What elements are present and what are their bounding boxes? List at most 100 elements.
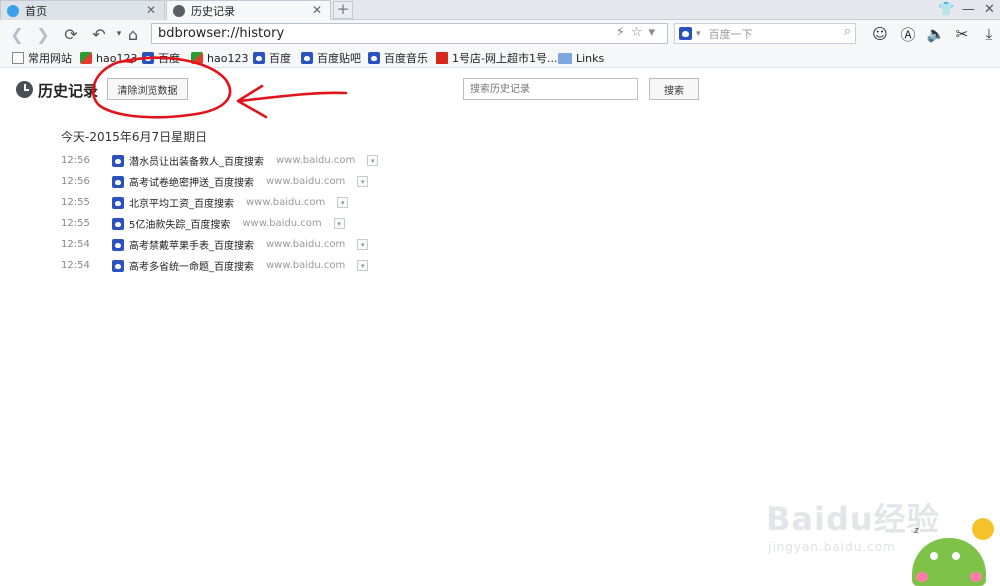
bookmark-bar: 常用网站 hao123 百度 hao123 百度 百度贴吧 百度音乐 1号店-网… bbox=[0, 48, 1000, 68]
entry-menu-button[interactable]: ▾ bbox=[357, 176, 369, 187]
bookmark-item[interactable]: 百度 bbox=[142, 49, 180, 67]
history-entry[interactable]: 12:54 高考禁戴苹果手表_百度搜索 www.baidu.com ▾ bbox=[61, 234, 378, 255]
web-search-input[interactable]: ▾ 百度一下 ⌕ bbox=[674, 23, 856, 44]
tab-history[interactable]: 历史记录 ✕ bbox=[166, 0, 331, 20]
baidu-paw-icon bbox=[368, 52, 380, 64]
close-icon[interactable]: ✕ bbox=[312, 3, 322, 17]
forward-icon[interactable]: ❯ bbox=[33, 24, 53, 44]
bookmark-label: 1号店-网上超市1号... bbox=[452, 52, 558, 65]
tab-label: 历史记录 bbox=[191, 4, 235, 18]
bookmark-label: hao123 bbox=[207, 51, 249, 65]
bookmark-label: 百度 bbox=[269, 52, 291, 65]
address-actions-icons[interactable]: ⚡☆▾ bbox=[616, 25, 661, 40]
baidu-paw-icon bbox=[112, 217, 124, 230]
bookmark-label: hao123 bbox=[96, 51, 138, 65]
hao123-icon bbox=[80, 52, 92, 64]
annotation-arrow-shaft bbox=[238, 91, 348, 103]
search-icon[interactable]: ⌕ bbox=[844, 24, 851, 39]
folder-icon bbox=[558, 52, 572, 64]
undo-close-icon[interactable]: ↶ bbox=[89, 24, 109, 44]
skin-shirt-icon[interactable]: 👕 bbox=[938, 2, 954, 17]
sleep-z-text: z bbox=[914, 526, 919, 536]
search-placeholder: 百度一下 bbox=[708, 27, 753, 41]
history-entry[interactable]: 12:55 北京平均工资_百度搜索 www.baidu.com ▾ bbox=[61, 192, 378, 213]
day-header: 今天-2015年6月7日星期日 bbox=[61, 130, 208, 144]
emoji-icon[interactable]: ☺ bbox=[870, 24, 890, 44]
baidu-jingyan-watermark: Baidu经验 jingyan.baidu.com z bbox=[766, 480, 1000, 586]
baidu-paw-icon bbox=[112, 175, 124, 188]
baidu-paw-icon bbox=[253, 52, 265, 64]
browser-logo-icon bbox=[7, 4, 19, 17]
entry-title[interactable]: 高考多省统一命题_百度搜索 bbox=[129, 258, 254, 273]
entry-title[interactable]: 潜水员让出装备救人_百度搜索 bbox=[129, 153, 264, 168]
home-icon[interactable]: ⌂ bbox=[123, 24, 143, 44]
address-url: bdbrowser://history bbox=[158, 26, 285, 41]
baidu-paw-icon bbox=[142, 52, 154, 64]
reload-icon[interactable]: ⟳ bbox=[61, 24, 81, 44]
back-icon[interactable]: ❮ bbox=[7, 24, 27, 44]
entry-title[interactable]: 北京平均工资_百度搜索 bbox=[129, 195, 234, 210]
download-icon[interactable]: ⤓ bbox=[979, 24, 999, 44]
bookmark-label: 常用网站 bbox=[28, 52, 72, 65]
close-window-icon[interactable]: ✕ bbox=[984, 2, 995, 17]
entry-title[interactable]: 高考试卷绝密押送_百度搜索 bbox=[129, 174, 254, 189]
tab-bar: 首页 ✕ 历史记录 ✕ + 👕 — ✕ bbox=[0, 0, 1000, 20]
chevron-down-icon[interactable]: ▾ bbox=[696, 29, 701, 39]
bookmark-item[interactable]: hao123 bbox=[80, 49, 137, 67]
clock-icon bbox=[173, 4, 185, 17]
baidu-paw-icon bbox=[112, 196, 124, 209]
entry-time: 12:54 bbox=[61, 239, 90, 250]
entry-menu-button[interactable]: ▾ bbox=[337, 197, 349, 208]
entry-menu-button[interactable]: ▾ bbox=[333, 218, 345, 229]
history-entry[interactable]: 12:56 潜水员让出装备救人_百度搜索 www.baidu.com ▾ bbox=[61, 150, 379, 171]
entry-domain: www.baidu.com bbox=[246, 197, 326, 208]
annotation-arrow-head bbox=[236, 84, 268, 119]
bookmark-item[interactable]: 百度 bbox=[253, 49, 291, 67]
tab-label: 首页 bbox=[25, 4, 47, 18]
bookmark-item[interactable]: 百度音乐 bbox=[368, 49, 428, 67]
entry-time: 12:55 bbox=[61, 218, 90, 229]
entry-menu-button[interactable]: ▾ bbox=[357, 239, 369, 250]
history-search-button[interactable]: 搜索 bbox=[649, 78, 699, 100]
clock-icon bbox=[16, 81, 33, 98]
entry-domain: www.baidu.com bbox=[266, 176, 346, 187]
bookmark-label: 百度 bbox=[158, 52, 180, 65]
entry-title[interactable]: 高考禁戴苹果手表_百度搜索 bbox=[129, 237, 254, 252]
new-tab-button[interactable]: + bbox=[333, 1, 353, 19]
entry-domain: www.baidu.com bbox=[276, 155, 356, 166]
history-search-input[interactable] bbox=[463, 78, 638, 100]
baidu-paw-icon bbox=[301, 52, 313, 64]
volume-icon[interactable]: 🔈 bbox=[926, 24, 946, 44]
entry-menu-button[interactable]: ▾ bbox=[367, 155, 379, 166]
baidu-paw-icon bbox=[112, 259, 124, 272]
clear-browsing-data-button[interactable]: 清除浏览数据 bbox=[107, 78, 188, 100]
bookmark-item[interactable]: 百度贴吧 bbox=[301, 49, 361, 67]
history-entry[interactable]: 12:54 高考多省统一命题_百度搜索 www.baidu.com ▾ bbox=[61, 255, 378, 276]
navigation-bar: ❮ ❯ ⟳ ↶ ▾ ⌂ bdbrowser://history ⚡☆▾ ▾ 百度… bbox=[0, 20, 1000, 48]
sun-icon bbox=[972, 518, 994, 540]
baidu-paw-icon bbox=[112, 154, 124, 167]
history-entry[interactable]: 12:55 5亿油款失踪_百度搜索 www.baidu.com ▾ bbox=[61, 213, 378, 234]
mascot-icon bbox=[912, 538, 986, 586]
scissors-icon[interactable]: ✂ bbox=[952, 24, 972, 44]
bookmark-label: 百度贴吧 bbox=[317, 52, 361, 65]
entry-time: 12:56 bbox=[61, 155, 90, 166]
history-entry[interactable]: 12:56 高考试卷绝密押送_百度搜索 www.baidu.com ▾ bbox=[61, 171, 378, 192]
entry-menu-button[interactable]: ▾ bbox=[357, 260, 369, 271]
bookmark-item[interactable]: Links bbox=[558, 49, 604, 67]
minimize-icon[interactable]: — bbox=[962, 2, 975, 17]
bookmark-item[interactable]: hao123 bbox=[191, 49, 248, 67]
baidu-paw-icon[interactable] bbox=[679, 27, 692, 40]
entry-title[interactable]: 5亿油款失踪_百度搜索 bbox=[129, 216, 230, 231]
tab-home[interactable]: 首页 ✕ bbox=[0, 0, 165, 20]
adblock-icon[interactable]: Ⓐ bbox=[898, 24, 918, 44]
close-icon[interactable]: ✕ bbox=[146, 3, 156, 17]
hao123-icon bbox=[191, 52, 203, 64]
page-icon bbox=[12, 52, 24, 64]
bookmark-item[interactable]: 常用网站 bbox=[12, 49, 72, 67]
bookmark-item[interactable]: 1号店-网上超市1号... bbox=[436, 49, 557, 67]
watermark-url: jingyan.baidu.com bbox=[768, 540, 896, 554]
baidu-paw-icon bbox=[112, 238, 124, 251]
address-bar[interactable]: bdbrowser://history ⚡☆▾ bbox=[151, 23, 668, 44]
entry-time: 12:56 bbox=[61, 176, 90, 187]
